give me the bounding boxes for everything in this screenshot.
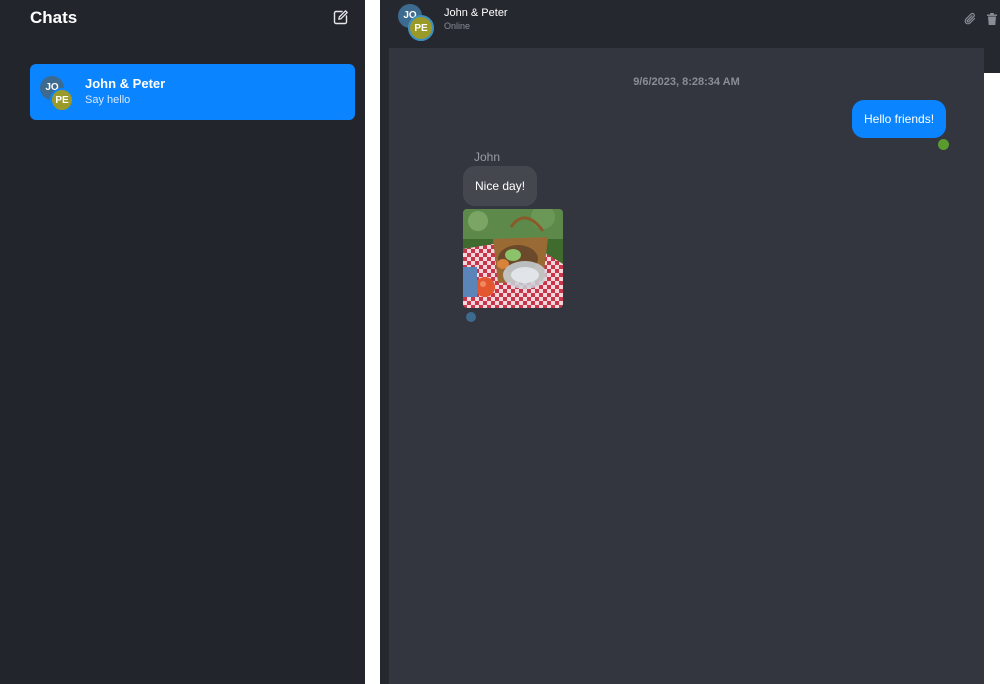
scrollbar-track[interactable] bbox=[984, 48, 1000, 684]
chat-app: Chats JO PE John & Peter Say hello JO PE… bbox=[0, 0, 1000, 684]
conversation-header: JO PE John & Peter Online bbox=[380, 0, 1000, 48]
message-list[interactable]: 9/6/2023, 8:28:34 AM Hello friends! John… bbox=[389, 48, 984, 684]
paperclip-icon bbox=[964, 12, 976, 25]
panel-edge bbox=[380, 48, 389, 684]
status-text: Online bbox=[444, 21, 471, 31]
incoming-message-bubble: Nice day! bbox=[463, 166, 538, 206]
conversation-title: John & Peter bbox=[444, 7, 508, 19]
scrollbar-thumb[interactable] bbox=[984, 73, 1000, 684]
sidebar: Chats JO PE John & Peter Say hello bbox=[0, 0, 365, 684]
chat-name: John & Peter bbox=[85, 76, 166, 91]
read-receipt-indicator bbox=[466, 312, 476, 322]
attach-button[interactable] bbox=[964, 12, 977, 26]
message-timestamp: 9/6/2023, 8:28:34 AM bbox=[633, 76, 740, 88]
outgoing-message-bubble: Hello friends! bbox=[852, 100, 947, 138]
avatar: PE bbox=[50, 88, 74, 112]
read-receipt-indicator bbox=[938, 139, 949, 150]
picnic-photo[interactable] bbox=[463, 209, 563, 308]
chat-preview: Say hello bbox=[85, 94, 131, 106]
compose-button[interactable] bbox=[333, 9, 349, 25]
conversation-panel: JO PE John & Peter Online 9/6/2023, 8:28… bbox=[380, 0, 1000, 684]
sender-name: John bbox=[474, 150, 501, 164]
trash-icon bbox=[987, 13, 997, 25]
avatar: PE bbox=[408, 15, 434, 41]
panel-divider bbox=[365, 0, 380, 684]
delete-button[interactable] bbox=[986, 12, 998, 26]
compose-icon bbox=[333, 10, 348, 25]
sidebar-title: Chats bbox=[30, 8, 78, 27]
chat-list-item[interactable]: JO PE John & Peter Say hello bbox=[30, 64, 355, 120]
picnic-image bbox=[463, 209, 563, 308]
